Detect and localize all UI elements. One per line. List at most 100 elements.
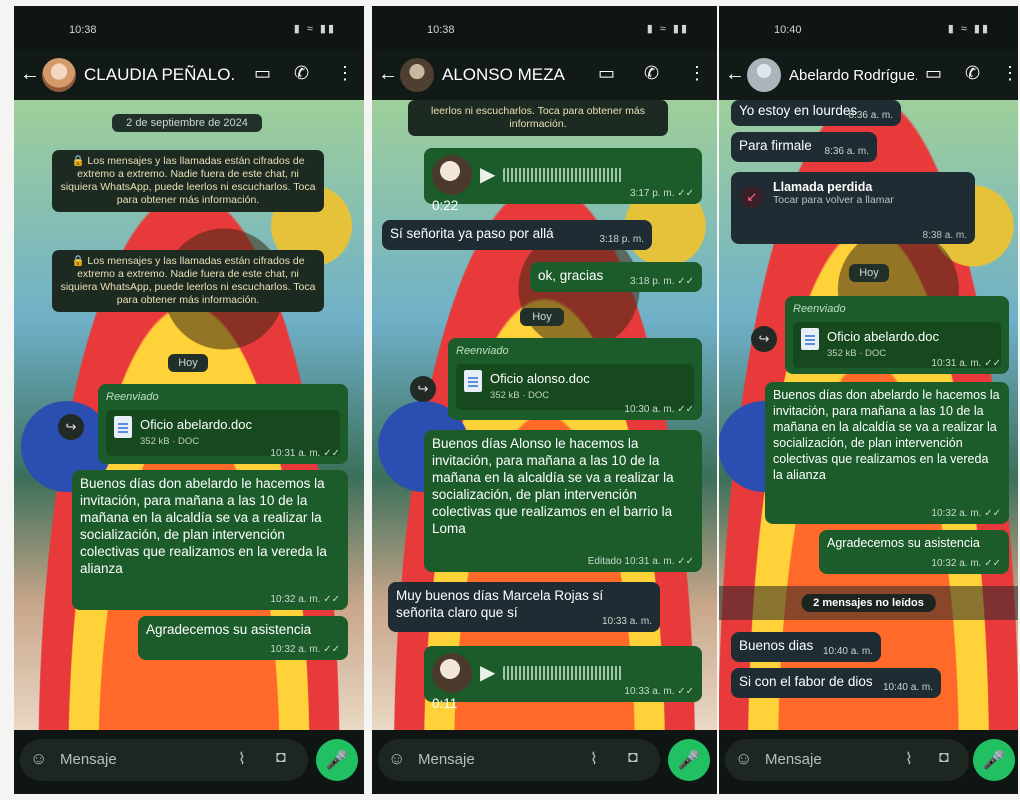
- emoji-icon[interactable]: ☺: [388, 749, 405, 769]
- emoji-icon[interactable]: ☺: [735, 749, 752, 769]
- message-time: 10:33 a. m. ✓✓: [624, 686, 694, 697]
- message-time: 3:18 p. m. ✓✓: [629, 276, 694, 287]
- chat-area[interactable]: 2 de septiembre de 2024 🔒 Los mensajes y…: [14, 100, 364, 730]
- message-time: 8:36 a. m.: [848, 110, 893, 121]
- outgoing-message[interactable]: Buenos días Alonso le hacemos la invitac…: [424, 430, 702, 572]
- contact-name[interactable]: Abelardo Rodrígue...: [789, 67, 917, 84]
- chat-header: ← CLAUDIA PEÑALO... ▭ ✆ ⋮: [14, 50, 364, 100]
- message-text: Para firmale: [739, 138, 812, 153]
- back-arrow-icon[interactable]: ←: [378, 63, 398, 86]
- avatar[interactable]: [42, 58, 76, 92]
- message-text: Agradecemos su asistencia: [827, 536, 980, 550]
- encryption-notice[interactable]: 🔒 Los mensajes y las llamadas están cifr…: [52, 250, 324, 312]
- document-message[interactable]: Reenviado Oficio abelardo.doc 352 kB · D…: [98, 384, 348, 464]
- document-name: Oficio abelardo.doc: [827, 329, 940, 344]
- voice-call-icon[interactable]: ✆: [294, 63, 309, 84]
- avatar[interactable]: [747, 58, 781, 92]
- incoming-message[interactable]: Muy buenos días Marcela Rojas sí señorit…: [388, 582, 660, 632]
- video-call-icon[interactable]: ▭: [254, 63, 271, 84]
- incoming-message[interactable]: Para firmale 8:36 a. m.: [731, 132, 877, 162]
- forward-icon[interactable]: ↪: [751, 326, 777, 352]
- message-input[interactable]: ☺ Mensaje ⌇ ◘: [20, 739, 308, 781]
- incoming-message[interactable]: Buenos dias 10:40 a. m.: [731, 632, 881, 662]
- status-time: 10:38: [69, 24, 97, 36]
- sender-photo: [432, 653, 472, 693]
- document-name: Oficio abelardo.doc: [140, 417, 253, 432]
- attach-icon[interactable]: ⌇: [905, 749, 913, 769]
- play-icon[interactable]: ▶: [480, 663, 495, 683]
- message-placeholder: Mensaje: [60, 751, 117, 768]
- menu-icon[interactable]: ⋮: [1001, 63, 1018, 84]
- forward-icon[interactable]: ↪: [410, 376, 436, 402]
- menu-icon[interactable]: ⋮: [688, 63, 706, 84]
- forwarded-label: Reenviado: [456, 345, 509, 357]
- encryption-notice[interactable]: leerlos ni escucharlos. Toca para obtene…: [408, 100, 668, 136]
- phone-screenshot-abelardo: 10:40 ▮ ≈ ▮▮ ← Abelardo Rodrígue... ▭ ✆ …: [719, 6, 1018, 794]
- chat-area[interactable]: Yo estoy en lourdes 8:36 a. m. Para firm…: [719, 100, 1018, 730]
- message-time: 3:18 p. m.: [599, 234, 644, 245]
- voice-call-icon[interactable]: ✆: [644, 63, 659, 84]
- message-placeholder: Mensaje: [418, 751, 475, 768]
- today-chip: Hoy: [168, 354, 208, 372]
- message-time: 10:32 a. m. ✓✓: [931, 558, 1001, 569]
- mic-button[interactable]: 🎤: [668, 739, 710, 781]
- attach-icon[interactable]: ⌇: [238, 749, 246, 769]
- status-icons: ▮ ≈ ▮▮: [293, 23, 336, 35]
- camera-icon[interactable]: ◘: [939, 749, 949, 767]
- phone-screenshot-alonso: 10:38 ▮ ≈ ▮▮ ← ALONSO MEZA ▭ ✆ ⋮ leerlos…: [372, 6, 717, 794]
- audio-waveform[interactable]: [503, 666, 624, 680]
- missed-call-icon: ↙: [741, 186, 763, 208]
- attach-icon[interactable]: ⌇: [590, 749, 598, 769]
- audio-waveform[interactable]: [503, 168, 624, 182]
- play-icon[interactable]: ▶: [480, 165, 495, 185]
- message-placeholder: Mensaje: [765, 751, 822, 768]
- document-message[interactable]: Reenviado Oficio abelardo.doc 352 kB · D…: [785, 296, 1009, 374]
- back-arrow-icon[interactable]: ←: [725, 63, 745, 86]
- contact-name[interactable]: CLAUDIA PEÑALO...: [84, 65, 234, 85]
- menu-icon[interactable]: ⋮: [336, 63, 354, 84]
- message-time: 10:33 a. m.: [601, 616, 652, 627]
- contact-name[interactable]: ALONSO MEZA: [442, 65, 582, 85]
- camera-icon[interactable]: ◘: [276, 749, 286, 767]
- outgoing-message[interactable]: Agradecemos su asistencia 10:32 a. m. ✓✓: [819, 530, 1009, 574]
- forward-icon[interactable]: ↪: [58, 414, 84, 440]
- message-time: 10:31 a. m. ✓✓: [931, 358, 1001, 369]
- mic-button[interactable]: 🎤: [973, 739, 1015, 781]
- outgoing-message[interactable]: Agradecemos su asistencia 10:32 a. m. ✓✓: [138, 616, 348, 660]
- camera-icon[interactable]: ◘: [628, 749, 638, 767]
- message-text: Si con el fabor de dios: [739, 674, 873, 689]
- audio-message[interactable]: ▶ 0:22 3:17 p. m. ✓✓: [424, 148, 702, 213]
- video-call-icon[interactable]: ▭: [598, 63, 615, 84]
- message-time: 10:32 a. m. ✓✓: [931, 508, 1001, 519]
- phone-screenshot-claudia: 10:38 ▮ ≈ ▮▮ ← CLAUDIA PEÑALO... ▭ ✆ ⋮ 2…: [14, 6, 364, 794]
- message-text: Agradecemos su asistencia: [146, 622, 312, 637]
- message-input[interactable]: ☺ Mensaje ⌇ ◘: [725, 739, 969, 781]
- missed-call-title: Llamada perdida: [773, 180, 873, 194]
- incoming-message[interactable]: Sí señorita ya paso por allá 3:18 p. m.: [382, 220, 652, 250]
- missed-call-card[interactable]: ↙ Llamada perdida Tocar para volver a ll…: [731, 172, 975, 244]
- document-icon: [464, 370, 482, 392]
- incoming-message[interactable]: Yo estoy en lourdes 8:36 a. m.: [731, 100, 901, 126]
- message-time: 10:32 a. m. ✓✓: [270, 644, 340, 655]
- chat-area[interactable]: leerlos ni escucharlos. Toca para obtene…: [372, 100, 717, 730]
- input-bar: ☺ Mensaje ⌇ ◘ 🎤: [14, 730, 364, 794]
- emoji-icon[interactable]: ☺: [30, 749, 47, 769]
- outgoing-message[interactable]: Buenos días don abelardo le hacemos la i…: [72, 470, 348, 610]
- avatar[interactable]: [400, 58, 434, 92]
- document-message[interactable]: Reenviado Oficio alonso.doc 352 kB · DOC…: [448, 338, 702, 420]
- voice-call-icon[interactable]: ✆: [965, 63, 980, 84]
- back-arrow-icon[interactable]: ←: [20, 63, 40, 86]
- status-time: 10:40: [774, 24, 802, 36]
- audio-message[interactable]: ▶ 0:11 10:33 a. m. ✓✓: [424, 646, 702, 711]
- input-bar: ☺ Mensaje ⌇ ◘ 🎤: [372, 730, 717, 794]
- encryption-notice[interactable]: 🔒 Los mensajes y las llamadas están cifr…: [52, 150, 324, 212]
- message-input[interactable]: ☺ Mensaje ⌇ ◘: [378, 739, 660, 781]
- audio-duration: 0:11: [432, 696, 458, 711]
- forwarded-label: Reenviado: [793, 303, 846, 315]
- outgoing-message[interactable]: ok, gracias 3:18 p. m. ✓✓: [530, 262, 702, 292]
- video-call-icon[interactable]: ▭: [925, 63, 942, 84]
- outgoing-message[interactable]: Buenos días don abelardo le hacemos la i…: [765, 382, 1009, 524]
- message-time: 10:40 a. m.: [882, 682, 933, 693]
- incoming-message[interactable]: Si con el fabor de dios 10:40 a. m.: [731, 668, 941, 698]
- mic-button[interactable]: 🎤: [316, 739, 358, 781]
